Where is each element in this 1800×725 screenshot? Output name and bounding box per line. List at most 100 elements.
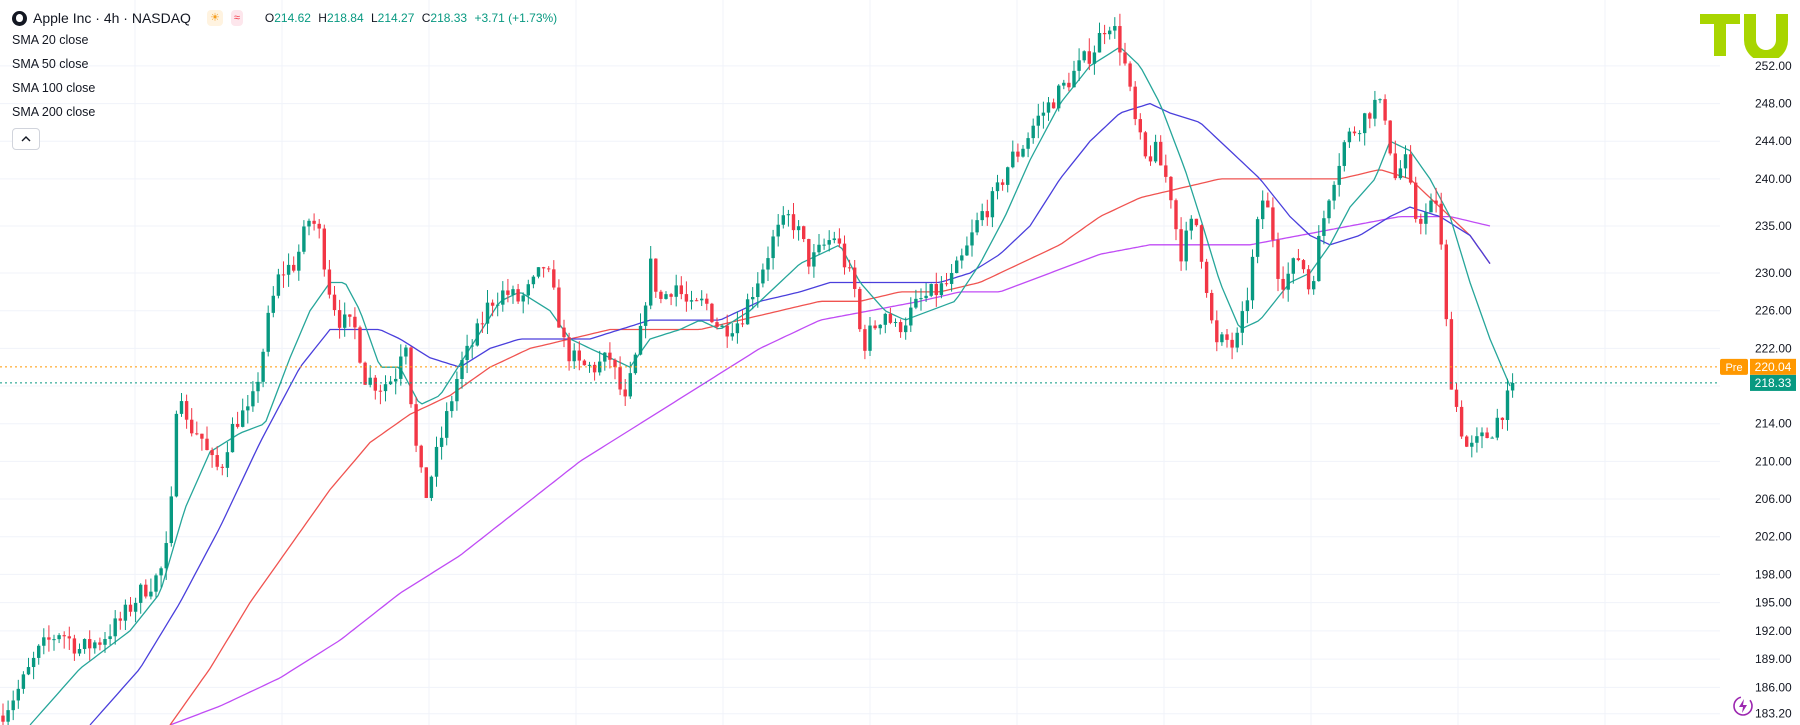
candle [429,475,434,502]
candle [643,302,648,339]
candle [1475,427,1479,453]
candle [388,376,393,385]
candle [521,292,525,314]
candle [1092,45,1097,75]
price-tick-label: 252.00 [1755,59,1792,73]
candle [1470,435,1474,458]
market-status-sun-icon[interactable]: ☀ [206,10,223,26]
candle [266,305,270,357]
candle [526,279,530,305]
candle [52,634,56,651]
candle [980,203,984,226]
candle [1383,94,1387,125]
candle [1250,249,1255,309]
candle [363,361,367,385]
price-axis[interactable]: 183.20 186.00 189.00 192.00 195.00 198.00 202.… [1720,0,1800,725]
candle [659,289,663,304]
candle [26,657,31,676]
price-tick-label: 226.00 [1755,304,1792,318]
candle [1271,197,1275,248]
candle [343,302,347,337]
price-tick-label: 186.00 [1755,680,1792,694]
candle [603,351,607,371]
candle [445,402,449,446]
candle [1286,262,1290,302]
candle [598,350,602,376]
candle [1021,144,1025,158]
candle [842,235,847,275]
candle [730,323,734,341]
candle [1240,301,1244,346]
candle [955,256,959,274]
candle [649,246,653,310]
symbol-title[interactable]: Apple Inc · 4h · NASDAQ [33,9,191,27]
candle [786,209,791,227]
candle [1031,118,1035,144]
candle [914,289,918,310]
candle [1148,145,1153,166]
indicator-sma50[interactable]: SMA 50 close [12,52,561,76]
candle [37,644,41,665]
open-value: 214.62 [274,11,311,25]
candle [1414,176,1418,223]
candle [205,426,209,451]
candle [394,368,398,395]
indicator-sma200[interactable]: SMA 200 close [12,100,561,124]
candle [817,234,821,256]
candle [383,375,388,402]
candle [745,293,750,325]
candle [802,225,806,243]
candle [929,283,933,298]
data-delay-icon[interactable]: ≈ [230,10,243,26]
candle [1051,98,1056,109]
candle [1102,24,1107,45]
candle [587,361,592,373]
price-tick-label: 192.00 [1755,624,1792,638]
collapse-legend-button[interactable] [12,128,40,150]
candle [113,610,117,645]
candle [531,275,536,289]
candle [1495,408,1499,441]
replay-lightning-icon[interactable] [1732,695,1754,717]
candle [62,631,66,649]
candle [1046,97,1051,121]
candle [31,651,36,680]
candle [1179,217,1183,271]
candle [771,229,775,270]
candle [572,343,576,369]
price-tick-label: 210.00 [1755,454,1792,468]
candle [399,344,403,386]
candle [225,442,230,478]
candle [1199,224,1204,269]
candle [210,447,214,468]
indicator-sma100[interactable]: SMA 100 close [12,76,561,100]
candle [378,384,383,405]
candle [47,625,51,652]
candle [1143,130,1148,159]
candle [1449,311,1454,390]
candle [1301,259,1306,274]
symbol-header[interactable]: Apple Inc · 4h · NASDAQ ☀ ≈ O214.62 H218… [12,8,561,28]
candle [567,332,571,371]
candle [536,267,541,279]
candle [679,276,683,300]
candle [1169,176,1173,209]
candle [700,290,704,306]
candle [1057,84,1061,112]
candle [547,266,551,273]
candle [608,342,612,369]
candle [307,218,311,236]
candle [271,286,275,318]
candle [638,313,643,356]
candle [893,318,898,327]
candle [455,371,459,411]
candle [1,703,5,725]
indicator-sma20[interactable]: SMA 20 close [12,28,561,52]
candle [67,626,71,650]
candle [705,293,709,311]
candle [6,700,10,725]
candle [868,317,872,356]
candle [368,365,372,388]
candle [450,395,454,418]
price-tick-label: 202.00 [1755,530,1792,544]
